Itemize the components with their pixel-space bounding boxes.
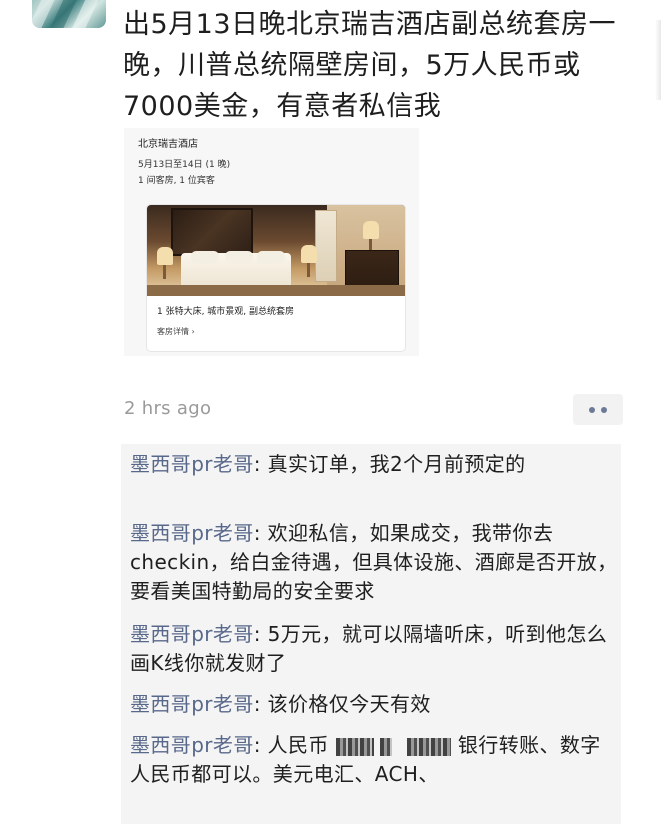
user-avatar[interactable] [32, 0, 106, 28]
room-details-label: 客房详情 [157, 327, 189, 336]
comment-separator: : [253, 733, 268, 757]
comment-author[interactable]: 墨西哥pr老哥 [130, 452, 254, 476]
booking-card[interactable]: 北京瑞吉酒店 5月13日至14日 (1 晚) 1 间客房, 1 位宾客 1 张特… [124, 128, 419, 356]
comment-separator: : [253, 452, 268, 476]
comment-item[interactable]: 墨西哥pr老哥: 人民币 银行转账、数字人民币都可以。美元电汇、ACH、 [130, 731, 618, 789]
redacted-block [407, 737, 452, 756]
post-timestamp: 2 hrs ago [124, 398, 212, 419]
chevron-right-icon: › [191, 327, 195, 336]
comment-author[interactable]: 墨西哥pr老哥 [130, 622, 254, 646]
redacted-block [380, 737, 393, 756]
comment-separator: : [253, 692, 268, 716]
comments-section: 墨西哥pr老哥: 真实订单，我2个月前预定的 墨西哥pr老哥: 欢迎私信，如果成… [121, 444, 621, 824]
room-description: 1 张特大床, 城市景观, 副总统套房 [157, 307, 295, 317]
scrollbar[interactable] [655, 20, 661, 100]
post-text: 出5月13日晚北京瑞吉酒店副总统套房一晚，川普总统隔壁房间，5万人民币或7000… [123, 9, 617, 122]
room-card[interactable]: 1 张特大床, 城市景观, 副总统套房 客房详情 › [146, 204, 406, 352]
hotel-name: 北京瑞吉酒店 [138, 139, 198, 150]
more-options-icon [601, 406, 607, 413]
more-options-icon [589, 406, 595, 413]
redacted-block [335, 737, 374, 756]
comment-item[interactable]: 墨西哥pr老哥: 欢迎私信，如果成交，我带你去checkin，给白金待遇，但具体… [130, 519, 618, 606]
booking-guests: 1 间客房, 1 位宾客 [138, 176, 215, 186]
comment-text: 真实订单，我2个月前预定的 [267, 452, 526, 476]
comment-item[interactable]: 墨西哥pr老哥: 真实订单，我2个月前预定的 [130, 450, 618, 479]
comment-item[interactable]: 墨西哥pr老哥: 5万元，就可以隔墙听床，听到他怎么画K线你就发财了 [130, 620, 618, 678]
comment-text: 该价格仅今天有效 [267, 692, 431, 716]
comment-author[interactable]: 墨西哥pr老哥 [130, 733, 254, 757]
comment-author[interactable]: 墨西哥pr老哥 [130, 692, 254, 716]
comment-text-start: 人民币 [267, 733, 329, 757]
room-photo [147, 205, 405, 296]
comment-item[interactable]: 墨西哥pr老哥: 该价格仅今天有效 [130, 690, 618, 719]
comment-separator: : [253, 521, 268, 545]
comment-separator: : [253, 622, 268, 646]
comment-author[interactable]: 墨西哥pr老哥 [130, 521, 254, 545]
booking-dates: 5月13日至14日 (1 晚) [138, 160, 231, 170]
more-options-button[interactable] [573, 394, 623, 425]
room-details-link[interactable]: 客房详情 › [157, 326, 195, 337]
